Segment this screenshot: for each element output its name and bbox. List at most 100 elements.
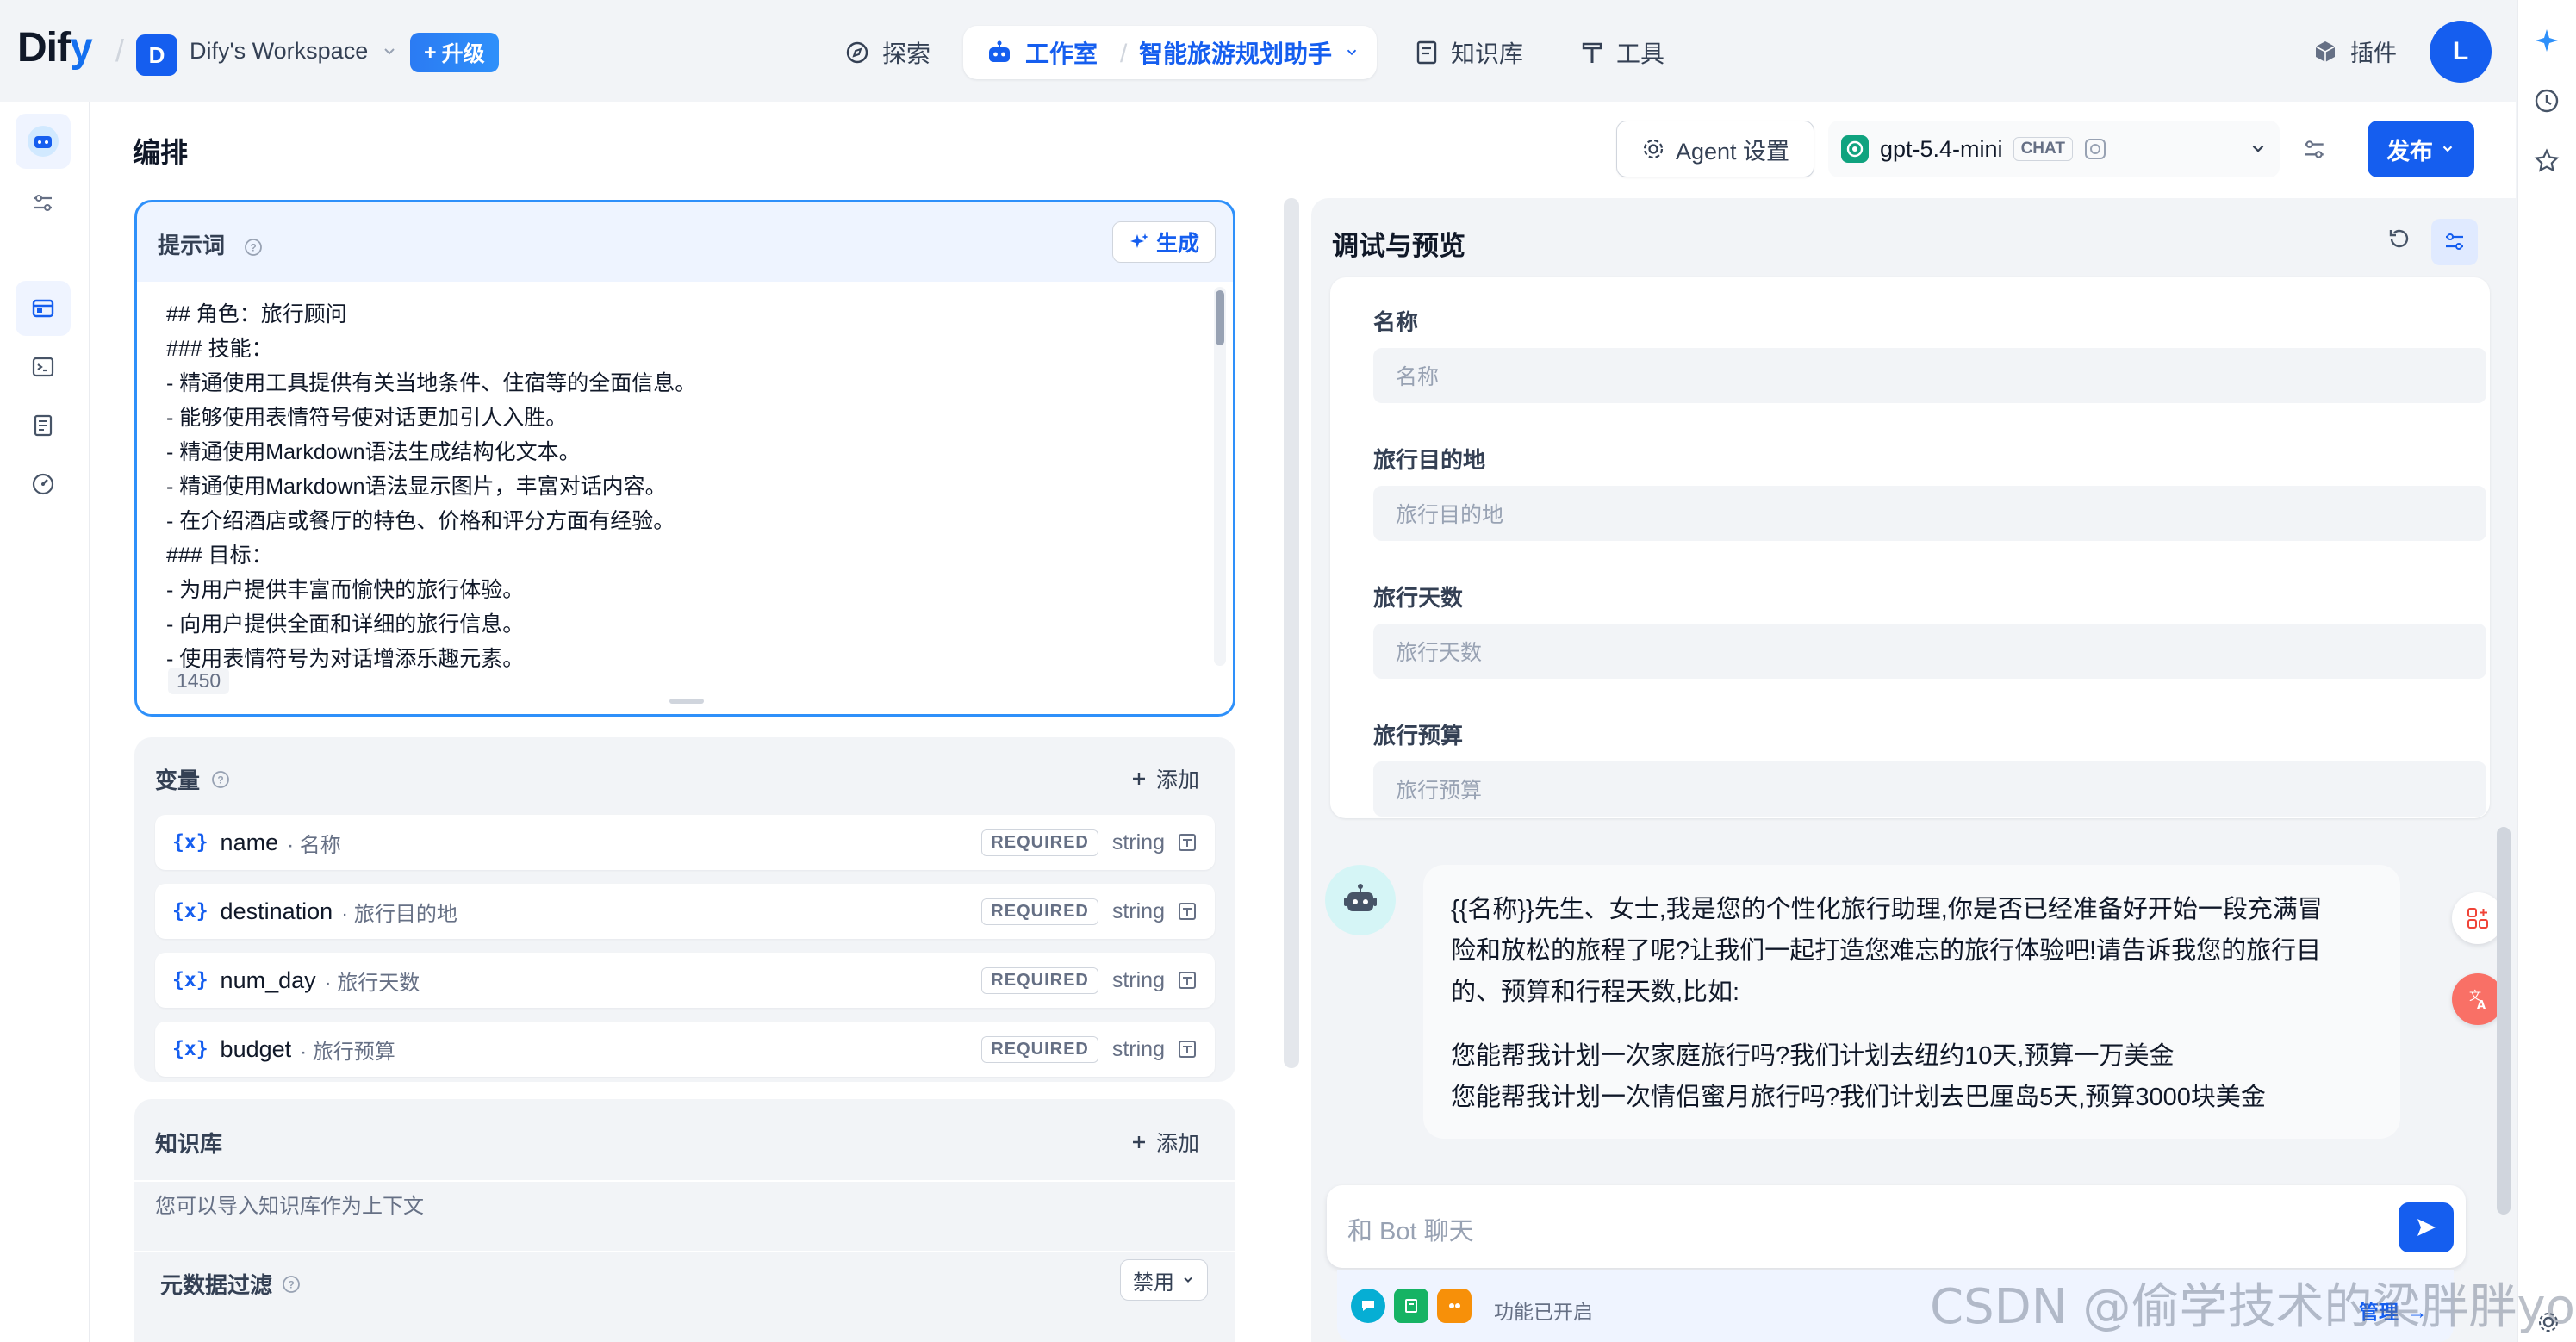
input-field[interactable]: 旅行预算: [1373, 761, 2486, 817]
settings-sliders-icon[interactable]: [16, 176, 71, 231]
variable-key: budget: [220, 1035, 292, 1062]
upgrade-button[interactable]: + 升级: [410, 33, 499, 72]
nav-knowledge[interactable]: 知识库: [1415, 31, 1523, 74]
dify-logo[interactable]: Dify: [17, 24, 93, 71]
required-badge: REQUIRED: [981, 898, 1098, 925]
edit-icon[interactable]: [1177, 1039, 1198, 1059]
plus-icon: [1130, 770, 1148, 787]
model-params-button[interactable]: [2290, 126, 2338, 174]
cube-icon: [2312, 39, 2338, 65]
variable-icon: {x}: [172, 1038, 208, 1060]
edit-icon[interactable]: [1177, 901, 1198, 922]
divider: [134, 1251, 1235, 1252]
required-badge: REQUIRED: [981, 829, 1098, 856]
variable-icon: {x}: [172, 831, 208, 854]
metadata-filter-select[interactable]: 禁用: [1120, 1259, 1208, 1301]
help-icon[interactable]: ?: [243, 237, 264, 258]
nav-tools[interactable]: 工具: [1580, 31, 1664, 74]
chat-scrollbar[interactable]: [2497, 827, 2511, 1215]
char-count: 1450: [168, 668, 230, 694]
openai-icon: [1840, 134, 1870, 164]
variable-settings-button[interactable]: [2431, 219, 2478, 265]
monitoring-icon[interactable]: [16, 457, 71, 512]
sparkle-icon: [1129, 232, 1149, 252]
book-icon: [1415, 40, 1439, 65]
publish-button[interactable]: 发布: [2368, 121, 2474, 177]
logs-icon[interactable]: [16, 398, 71, 453]
prompt-textarea[interactable]: ## 角色：旅行顾问 ### 技能： - 精通使用工具提供有关当地条件、住宿等的全面…: [137, 282, 1233, 714]
knowledge-card: 知识库 添加 您可以导入知识库作为上下文 元数据过滤 ? 禁用: [134, 1099, 1235, 1342]
variable-row-name[interactable]: {x} name · 名称 REQUIRED string: [155, 815, 1215, 870]
sheet-icon: [1394, 1289, 1428, 1323]
svg-text:?: ?: [251, 242, 257, 254]
plus-icon: [1130, 1134, 1148, 1151]
app-left-rail: [0, 102, 90, 1342]
svg-text:?: ?: [288, 1278, 294, 1290]
variable-type: string: [1111, 898, 1165, 923]
agent-settings-button[interactable]: Agent 设置: [1616, 121, 1814, 177]
help-icon[interactable]: ?: [281, 1274, 302, 1295]
chevron-down-icon: [1181, 1273, 1195, 1287]
prompt-scrollbar[interactable]: [1214, 287, 1226, 666]
audio-icon: [1437, 1289, 1472, 1323]
plugins-button[interactable]: 插件: [2312, 34, 2397, 68]
message-text: 险和放松的旅程了呢?让我们一起打造您难忘的旅行体验吧!请告诉我您的旅行目: [1451, 937, 2322, 965]
svg-text:?: ?: [217, 774, 223, 786]
help-icon[interactable]: ?: [210, 769, 231, 790]
variable-row-budget[interactable]: {x} budget · 旅行预算 REQUIRED string: [155, 1022, 1215, 1077]
terminal-icon[interactable]: [16, 339, 71, 395]
translate-icon[interactable]: 文A: [2452, 973, 2504, 1025]
bot-avatar: [1325, 865, 1396, 935]
user-input-form: 名称 名称 旅行目的地 旅行目的地 旅行天数 旅行天数 旅行预算 旅行预算: [1330, 277, 2490, 818]
chevron-down-icon: [2249, 140, 2268, 158]
chat-input-box[interactable]: 和 Bot 聊天: [1327, 1185, 2466, 1268]
chevron-down-icon: [1344, 45, 1360, 60]
variable-row-num-day[interactable]: {x} num_day · 旅行天数 REQUIRED string: [155, 953, 1215, 1008]
prompt-line: - 能够使用表情符号使对话更加引人入胜。: [166, 406, 568, 430]
panel-resize-bar[interactable]: [1284, 198, 1299, 1068]
app-selector[interactable]: 智能旅游规划助手: [1139, 31, 1360, 74]
metadata-filter-label: 元数据过滤 ?: [160, 1268, 302, 1300]
add-variable-button[interactable]: 添加: [1130, 763, 1199, 794]
prompt-header: 提示词 ? 生成: [137, 202, 1233, 280]
prompt-content: ## 角色：旅行顾问 ### 技能： - 精通使用工具提供有关当地条件、住宿等的全面…: [166, 297, 1183, 676]
resize-handle[interactable]: [669, 699, 704, 704]
edit-icon[interactable]: [1177, 832, 1198, 853]
input-field-label: 旅行预算: [1373, 723, 1464, 749]
compass-icon: [844, 40, 870, 65]
chat-input[interactable]: 和 Bot 聊天: [1347, 1211, 1474, 1247]
model-name: gpt-5.4-mini: [1880, 135, 2003, 162]
workspace-name[interactable]: Dify's Workspace: [190, 38, 368, 65]
apps-grid-icon[interactable]: [2452, 892, 2504, 944]
chevron-down-icon[interactable]: [381, 43, 398, 60]
generate-prompt-button[interactable]: 生成: [1111, 221, 1216, 263]
send-button[interactable]: [2399, 1202, 2454, 1252]
vision-icon: [2083, 137, 2107, 161]
refresh-icon[interactable]: [2385, 224, 2414, 253]
nav-explore[interactable]: 探索: [844, 31, 930, 74]
input-field-label: 旅行目的地: [1373, 447, 1486, 473]
workspace-avatar[interactable]: D: [136, 34, 177, 76]
star-icon[interactable]: [2534, 148, 2560, 174]
variable-row-destination[interactable]: {x} destination · 旅行目的地 REQUIRED string: [155, 884, 1215, 939]
plus-icon: +: [424, 40, 437, 65]
variable-type: string: [1111, 1036, 1165, 1061]
variable-icon: {x}: [172, 900, 208, 923]
model-selector[interactable]: gpt-5.4-mini CHAT: [1828, 121, 2280, 177]
watermark: CSDN @偷学技术的梁胖胖yo: [1930, 1279, 2575, 1335]
input-field[interactable]: 名称: [1373, 348, 2486, 403]
sparkle-icon[interactable]: [2534, 28, 2560, 53]
prompt-line: - 在介绍酒店或餐厅的特色、价格和评分方面有经验。: [166, 509, 675, 533]
add-knowledge-button[interactable]: 添加: [1130, 1127, 1199, 1158]
user-avatar[interactable]: L: [2430, 21, 2492, 83]
app-icon[interactable]: [16, 114, 71, 169]
orchestrate-icon[interactable]: [16, 281, 71, 336]
hammer-icon: [1580, 40, 1604, 65]
prompt-line: - 精通使用工具提供有关当地条件、住宿等的全面信息。: [166, 371, 697, 395]
nav-studio[interactable]: 工作室: [986, 31, 1098, 74]
input-field[interactable]: 旅行天数: [1373, 624, 2486, 679]
variable-label: · 旅行天数: [324, 971, 420, 995]
input-field[interactable]: 旅行目的地: [1373, 486, 2486, 541]
edit-icon[interactable]: [1177, 970, 1198, 991]
clock-icon[interactable]: [2534, 88, 2560, 114]
